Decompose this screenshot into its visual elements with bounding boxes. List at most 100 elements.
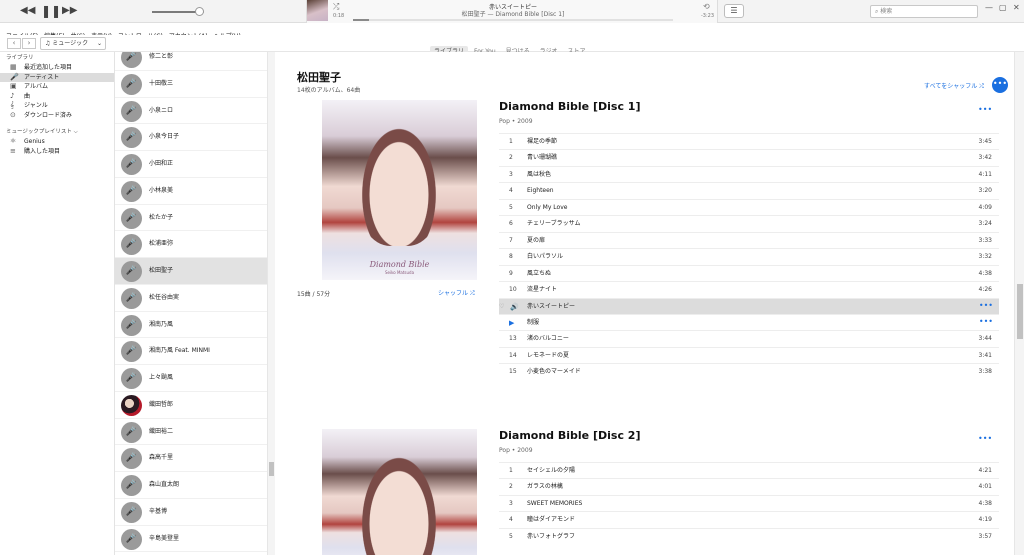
- artist-row[interactable]: 織田哲郎: [115, 392, 267, 419]
- cover-portrait: [356, 447, 442, 555]
- artist-name: 小泉ニロ: [149, 106, 174, 114]
- close-icon[interactable]: ✕: [1013, 3, 1020, 12]
- shuffle-all-button[interactable]: すべてをシャッフル ⤮: [924, 81, 984, 91]
- track-row[interactable]: ▶ 制服 •••: [499, 313, 999, 331]
- track-duration: 3:33: [978, 236, 992, 244]
- sidebar-item[interactable]: ▦ 最近追加した項目: [0, 63, 114, 73]
- playlists-heading[interactable]: ミュージックプレイリスト ⌵: [0, 128, 114, 137]
- sidebar-item-label: アーティスト: [24, 73, 60, 81]
- pause-icon[interactable]: ❚❚: [41, 4, 61, 18]
- artist-row[interactable]: 🎤 小泉今日子: [115, 124, 267, 151]
- cover-title: Diamond Bible: [369, 260, 430, 269]
- artist-row[interactable]: 🎤 松浦亜弥: [115, 231, 267, 258]
- artist-row[interactable]: 🎤 森山直太朗: [115, 472, 267, 499]
- track-row[interactable]: 2 ガラスの林檎 4:01: [499, 478, 999, 495]
- artist-list-scrollbar[interactable]: [267, 52, 275, 555]
- microphone-icon: 🎤: [121, 528, 142, 550]
- track-duration: 3:42: [978, 154, 992, 162]
- heart-icon[interactable]: ♡: [499, 299, 504, 315]
- track-more-button[interactable]: •••: [979, 299, 993, 313]
- artist-row[interactable]: 🎤 修二と彰: [115, 52, 267, 71]
- artist-row[interactable]: 🎤 森高千里: [115, 445, 267, 472]
- main-scroll-thumb[interactable]: [1017, 284, 1023, 339]
- music-note-icon: ♪: [10, 91, 15, 100]
- track-row[interactable]: 1 裸足の季節 3:45: [499, 133, 999, 150]
- minimize-icon[interactable]: —: [985, 3, 993, 12]
- artist-row[interactable]: 🎤 松任谷由実: [115, 285, 267, 312]
- artist-row[interactable]: 🎤 織田裕二: [115, 419, 267, 446]
- track-row[interactable]: 4 Eighteen 3:20: [499, 182, 999, 199]
- track-row[interactable]: 4 瞳はダイアモンド 4:19: [499, 511, 999, 528]
- track-row[interactable]: 13 渚のバルコニー 3:44: [499, 330, 999, 347]
- track-row[interactable]: 2 青い珊瑚礁 3:42: [499, 149, 999, 166]
- fast-forward-icon[interactable]: ▶▶: [62, 4, 77, 18]
- track-row[interactable]: 9 風立ちぬ 4:38: [499, 264, 999, 282]
- artist-row[interactable]: 🎤 上々颱風: [115, 365, 267, 392]
- artist-row[interactable]: 🎤 辛島美登里: [115, 526, 267, 553]
- track-row[interactable]: 3 SWEET MEMORIES 4:38: [499, 494, 999, 512]
- track-row[interactable]: 1 セイシェルの夕陽 4:21: [499, 462, 999, 479]
- artist-row[interactable]: 🎤 湘南乃風 Feat. MINMI: [115, 338, 267, 365]
- artist-row[interactable]: 🎤 小田和正: [115, 151, 267, 178]
- sidebar-item[interactable]: 🎤 アーティスト: [0, 72, 114, 82]
- maximize-icon[interactable]: ▢: [999, 3, 1007, 12]
- album-cover[interactable]: Diamond Bible Seiko Matsuda: [322, 100, 477, 280]
- more-options-button[interactable]: •••: [992, 77, 1008, 93]
- album-cover[interactable]: [322, 429, 477, 555]
- up-next-list-icon[interactable]: ☰: [724, 4, 744, 18]
- volume-slider[interactable]: [152, 7, 204, 16]
- track-title: SWEET MEMORIES: [527, 499, 583, 507]
- rewind-icon[interactable]: ◀◀: [20, 4, 35, 18]
- volume-knob[interactable]: [194, 7, 204, 16]
- track-row[interactable]: 5 赤いフォトグラフ 3:57: [499, 527, 999, 545]
- artist-row[interactable]: 🎤 小泉ニロ: [115, 98, 267, 125]
- track-row[interactable]: 10 流星ナイト 4:26: [499, 281, 999, 298]
- album-more-button[interactable]: •••: [978, 434, 992, 443]
- track-more-button[interactable]: •••: [979, 315, 993, 329]
- track-duration: 3:24: [978, 220, 992, 228]
- track-row[interactable]: 7 夏の扉 3:33: [499, 231, 999, 249]
- artist-row[interactable]: 🎤 辛基博: [115, 499, 267, 526]
- artist-row[interactable]: 🎤 十田敬三: [115, 71, 267, 98]
- artist-row[interactable]: 🎤 松たか子: [115, 205, 267, 232]
- microphone-icon: 🎤: [121, 314, 142, 336]
- sidebar-item[interactable]: 𝄞 ジャンル: [0, 101, 114, 111]
- track-row[interactable]: 15 小麦色のマーメイド 3:38: [499, 363, 999, 380]
- album-shuffle-button[interactable]: シャッフル ⤮: [438, 288, 475, 298]
- track-row[interactable]: 14 レモネードの夏 3:41: [499, 346, 999, 364]
- sidebar-item[interactable]: ≡ 購入した項目: [0, 147, 114, 157]
- artist-list-scroll-thumb[interactable]: [269, 462, 274, 476]
- search-input[interactable]: ⌕ 検索: [870, 5, 978, 18]
- playback-progress[interactable]: [353, 19, 673, 21]
- track-duration: 4:38: [978, 269, 992, 277]
- main-scrollbar[interactable]: [1014, 52, 1024, 555]
- album-title: Diamond Bible [Disc 2]: [499, 429, 641, 442]
- sidebar-item[interactable]: ⚛ Genius: [0, 137, 114, 147]
- artist-name: 松たか子: [149, 213, 174, 221]
- sidebar-item[interactable]: ⊙ ダウンロード済み: [0, 111, 114, 121]
- artist-row[interactable]: 🎤 小林泉美: [115, 178, 267, 205]
- artist-row[interactable]: 🎤 松田聖子: [115, 258, 267, 285]
- playlist-list: ⚛ Genius ≡ 購入した項目: [0, 137, 114, 156]
- album-more-button[interactable]: •••: [978, 105, 992, 114]
- track-row[interactable]: 3 風は秋色 4:11: [499, 165, 999, 183]
- track-duration: 3:57: [978, 532, 992, 540]
- album-icon: ▣: [10, 82, 17, 90]
- microphone-icon: 🎤: [121, 73, 142, 95]
- track-row[interactable]: 5 Only My Love 4:09: [499, 198, 999, 216]
- artist-name: 修二と彰: [149, 53, 174, 60]
- back-button[interactable]: ‹: [7, 38, 21, 49]
- track-row[interactable]: 6 チェリーブラッサム 3:24: [499, 215, 999, 232]
- media-selector[interactable]: ♫ ミュージック ⌄: [40, 37, 106, 50]
- sidebar-item[interactable]: ▣ アルバム: [0, 82, 114, 92]
- repeat-icon[interactable]: ⟲: [703, 2, 710, 11]
- artist-row[interactable]: 🎤 湘南乃風: [115, 312, 267, 339]
- artist-name: 十田敬三: [149, 79, 174, 87]
- remaining-time[interactable]: -3:23: [701, 13, 714, 19]
- track-row[interactable]: 8 白いパラソル 3:32: [499, 248, 999, 265]
- tab-bar: ライブラリFor You見つけるラジオストア: [430, 38, 592, 57]
- track-row[interactable]: ♡ 🔊 赤いスイートピー •••: [499, 297, 999, 315]
- sidebar-item[interactable]: ♪ 曲: [0, 92, 114, 102]
- forward-button[interactable]: ›: [22, 38, 36, 49]
- play-icon[interactable]: ▶: [509, 315, 514, 331]
